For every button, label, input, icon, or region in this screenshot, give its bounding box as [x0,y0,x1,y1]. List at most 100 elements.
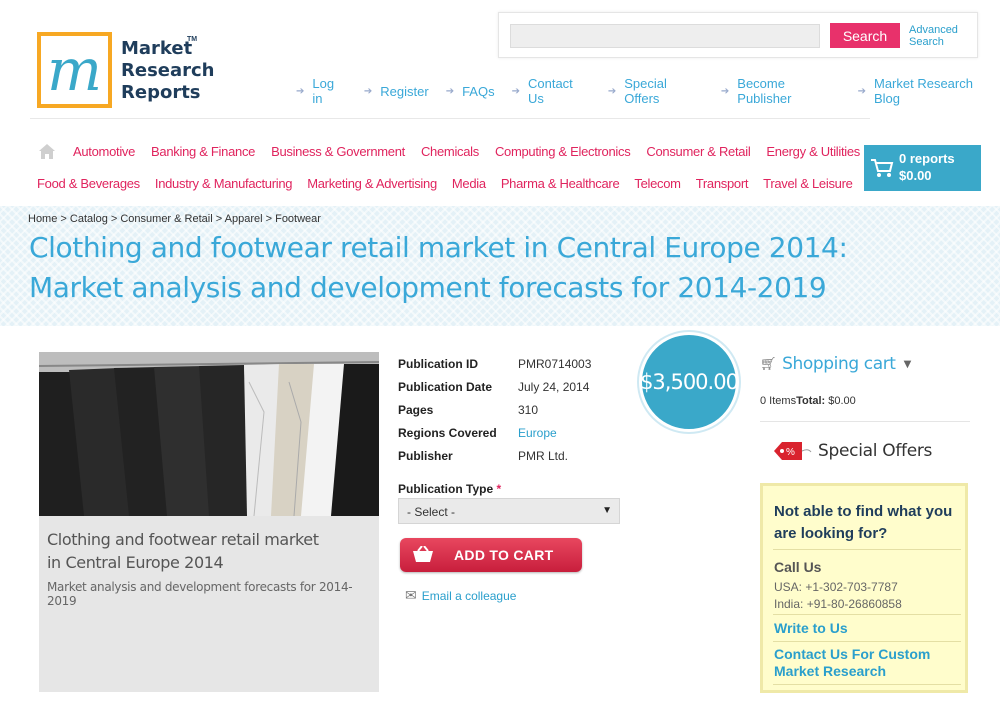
category-nav-row1: Automotive Banking & Finance Business & Go… [73,144,876,159]
mini-cart-count: 0 reports [899,151,955,166]
help-separator [773,549,961,550]
top-link-register[interactable]: ➔ Register [364,76,429,106]
cart-total-label: Total: [796,395,826,407]
cart-items: 0 Items [760,395,797,407]
search-button[interactable]: Search [830,23,900,48]
top-link-contact-us[interactable]: ➔ Contact Us [512,76,591,106]
home-icon[interactable] [38,143,56,160]
logo-m-glyph: m [41,36,108,104]
cart-small-icon: 🛒︎ [760,356,777,372]
top-link-label: Log in [312,76,335,106]
detail-value: PMR0714003 [518,356,592,371]
help-box: Not able to find what you are looking fo… [760,483,968,693]
top-link-special-offers[interactable]: ➔ Special Offers [608,76,704,106]
breadcrumb-separator: > [107,213,121,225]
category-marketing-and-advertising[interactable]: Marketing & Advertising [307,176,437,191]
logo-text-line2: Research [121,60,215,81]
category-telecom[interactable]: Telecom [634,176,681,191]
detail-row: Publication ID PMR0714003 [398,352,591,375]
arrow-right-icon: ➔ [857,85,866,97]
detail-value: PMR Ltd. [518,448,569,463]
category-pharma-and-healthcare[interactable]: Pharma & Healthcare [501,176,620,191]
contact-custom-research-link[interactable]: Contact Us For Custom Market Research [774,646,964,680]
category-automotive[interactable]: Automotive [73,144,135,159]
shopping-cart-toggle[interactable]: 🛒︎ Shopping cart ▼ [760,354,911,374]
cart-summary: 0 ItemsTotal: $0.00 [760,395,856,407]
site-logo[interactable]: m Market Research Reports TM [37,32,215,112]
category-consumer-and-retail[interactable]: Consumer & Retail [646,144,750,159]
breadcrumb-item[interactable]: Home [28,213,57,225]
call-usa: USA: +1-302-703-7787 [774,580,898,594]
add-to-cart-label: ADD TO CART [454,547,554,563]
product-cover-caption: Clothing and footwear retail market in C… [39,520,379,616]
logo-trademark: TM [187,36,198,43]
category-energy-and-utilities[interactable]: Energy & Utilities [766,144,860,159]
breadcrumb-item[interactable]: Apparel [225,213,263,225]
arrow-right-icon: ➔ [296,85,305,97]
help-question: Not able to find what you are looking fo… [774,503,953,542]
sidebar-divider [760,421,970,422]
category-media[interactable]: Media [452,176,486,191]
search-input[interactable] [510,24,820,48]
top-link-label: Register [380,83,429,99]
publication-type-select[interactable]: - Select - ▼ [398,498,620,524]
add-to-cart-button[interactable]: ADD TO CART [400,538,582,572]
breadcrumb-item[interactable]: Footwear [275,213,321,225]
detail-label: Publication Date [398,379,493,394]
breadcrumb-item[interactable]: Consumer & Retail [120,213,212,225]
shopping-cart-title: Shopping cart [782,354,896,374]
arrow-right-icon: ➔ [720,85,730,97]
top-link-label: Special Offers [624,76,667,106]
detail-row: Publisher PMR Ltd. [398,444,591,467]
detail-value: July 24, 2014 [518,379,590,394]
publication-type-label: Publication Type * [398,482,501,496]
top-link-become-publisher[interactable]: ➔ Become Publisher [721,76,841,106]
call-us-title: Call Us [774,559,822,575]
chevron-down-icon: ▼ [602,505,612,516]
category-travel-and-leisure[interactable]: Travel & Leisure [763,176,853,191]
special-offers-link[interactable]: % Special Offers [772,440,932,462]
help-separator [773,684,961,685]
category-chemicals[interactable]: Chemicals [421,144,479,159]
detail-row: Publication Date July 24, 2014 [398,375,591,398]
email-colleague-link[interactable]: ✉ Email a colleague [405,587,516,604]
top-link-label: FAQs [462,83,495,99]
top-links: ➔ Log in ➔ Register ➔ FAQs ➔ Contact Us ➔ Special… [296,76,1000,106]
category-industry-and-manufacturing[interactable]: Industry & Manufacturing [155,176,293,191]
logo-text-line1: Market [121,38,193,59]
advanced-search-line1: Advanced [909,24,958,36]
category-computing-and-electronics[interactable]: Computing & Electronics [495,144,631,159]
category-food-and-beverages[interactable]: Food & Beverages [37,176,140,191]
arrow-right-icon: ➔ [363,85,373,97]
top-link-label: Contact Us [527,76,573,106]
publication-type-label-text: Publication Type [398,482,494,496]
category-transport[interactable]: Transport [696,176,749,191]
detail-value[interactable]: Europe [518,426,557,440]
logo-text-line3: Reports [121,82,201,103]
discount-tag-symbol: % [786,447,795,458]
top-link-market-research-blog[interactable]: ➔ Market Research Blog [858,76,1000,106]
breadcrumb-separator: > [212,213,225,225]
arrow-right-icon: ➔ [607,85,617,97]
advanced-search-link[interactable]: Advanced Search [909,24,958,48]
write-to-us-link[interactable]: Write to Us [774,620,848,637]
detail-label: Regions Covered [398,425,497,440]
detail-row: Pages 310 [398,398,591,421]
breadcrumb-item[interactable]: Catalog [70,213,108,225]
cover-caption-line2: in Central Europe 2014 [47,553,224,572]
discount-tag-icon: % [774,442,812,460]
top-link-label: Become Publisher [737,76,792,106]
category-business-and-government[interactable]: Business & Government [271,144,405,159]
cover-caption-line1: Clothing and footwear retail market [47,530,319,549]
category-nav-row2: Food & Beverages Industry & Manufacturing… [37,176,868,191]
clothing-rack-photo [39,352,379,516]
top-link-faqs[interactable]: ➔ FAQs [446,76,495,106]
top-link-label: Market Research Blog [873,76,973,106]
mini-cart-total: $0.00 [899,168,932,183]
category-banking-and-finance[interactable]: Banking & Finance [151,144,255,159]
cart-icon [871,159,894,177]
detail-row: Regions Covered Europe [398,421,591,444]
top-link-log-in[interactable]: ➔ Log in [296,76,347,106]
logo-text: Market Research Reports [121,38,215,104]
mini-cart[interactable]: 0 reports $0.00 [864,145,981,191]
